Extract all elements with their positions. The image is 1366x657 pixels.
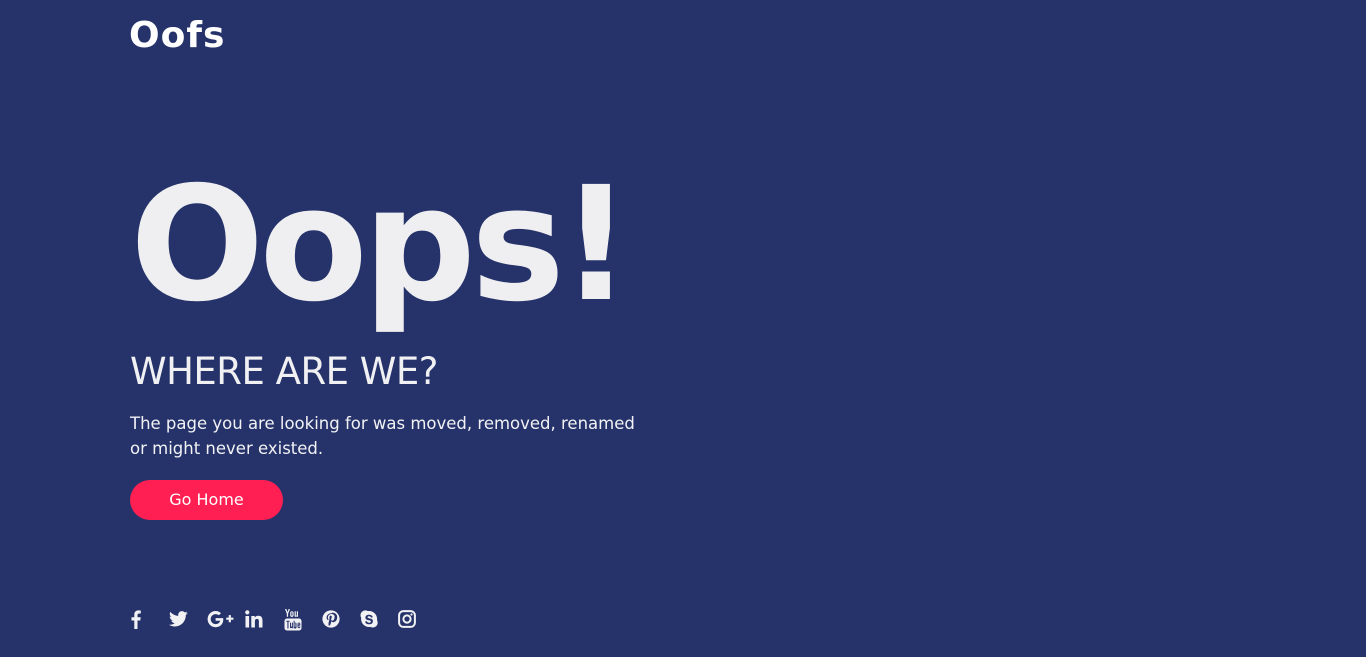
pinterest-link[interactable] — [322, 607, 340, 631]
instagram-link[interactable] — [398, 607, 416, 631]
error-subheadline: WHERE ARE WE? — [130, 350, 438, 393]
facebook-link[interactable] — [128, 607, 144, 631]
instagram-icon — [398, 610, 416, 628]
youtube-link[interactable] — [284, 607, 302, 631]
twitter-icon — [168, 611, 188, 627]
youtube-icon — [284, 608, 302, 630]
twitter-link[interactable] — [168, 607, 188, 631]
skype-icon — [360, 610, 378, 628]
site-logo[interactable]: Oofs — [129, 14, 225, 58]
linkedin-icon — [245, 610, 263, 628]
error-description: The page you are looking for was moved, … — [130, 414, 635, 458]
error-page: Oofs Oops! WHERE ARE WE? The page you ar… — [0, 0, 1366, 657]
linkedin-link[interactable] — [244, 607, 264, 631]
go-home-button[interactable]: Go Home — [130, 480, 283, 520]
google-plus-icon — [207, 611, 233, 628]
pinterest-icon — [322, 610, 340, 628]
google-plus-link[interactable] — [206, 607, 234, 631]
facebook-icon — [131, 609, 141, 629]
social-links — [128, 606, 416, 632]
skype-link[interactable] — [360, 607, 378, 631]
error-headline: Oops! — [130, 153, 632, 337]
